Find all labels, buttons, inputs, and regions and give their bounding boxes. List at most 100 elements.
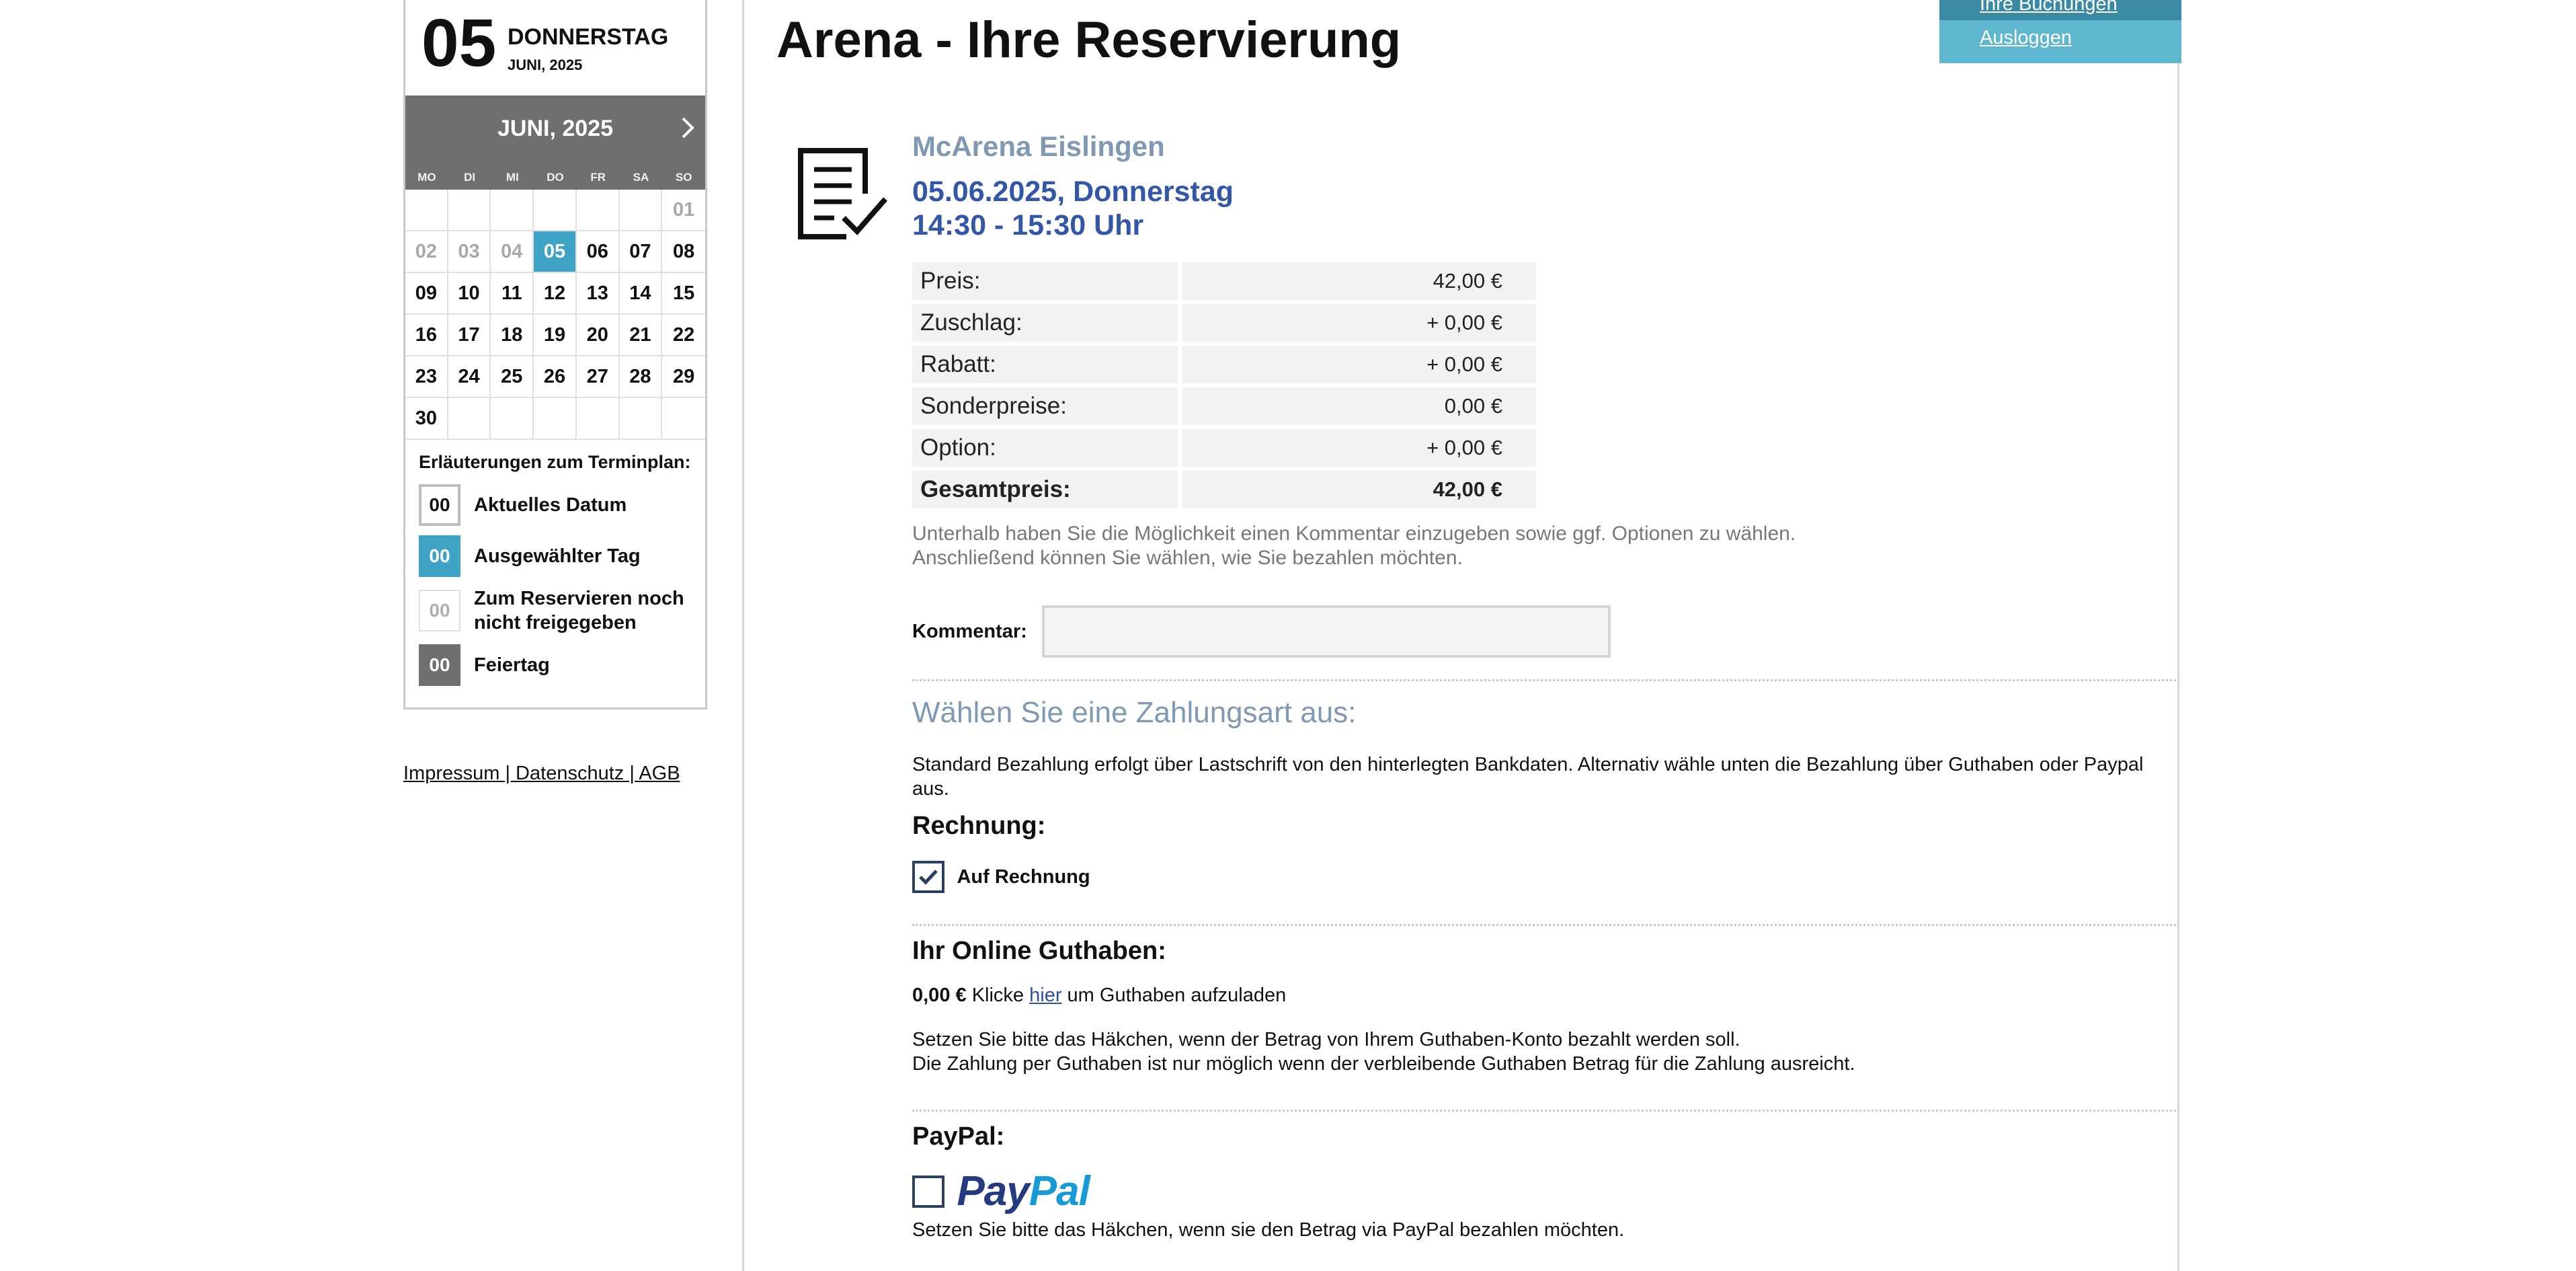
calendar-empty-cell: [491, 398, 534, 440]
calendar-empty-cell: [619, 398, 663, 440]
calendar-day[interactable]: 09: [405, 273, 448, 315]
calendar-day[interactable]: 16: [405, 315, 448, 356]
calendar-day[interactable]: 13: [576, 273, 620, 315]
calendar-day[interactable]: 27: [576, 356, 620, 398]
total-value: 42,00 €: [1178, 471, 1536, 508]
weekday-label: DI: [464, 171, 476, 184]
calendar-day[interactable]: 30: [405, 398, 448, 440]
calendar-day[interactable]: 26: [534, 356, 577, 398]
price-row: Preis: 42,00 €: [912, 262, 1536, 300]
calendar-day[interactable]: 14: [619, 273, 663, 315]
calendar-grid: 01 02 03 04 05 06 07 08 09 10 11 12 13 14 15 16 17 18 19 20…: [405, 190, 705, 440]
credit-rest-text: um Guthaben aufzuladen: [1067, 985, 1287, 1006]
calendar-day[interactable]: 18: [491, 315, 534, 356]
option-row: Option: + 0,00 €: [912, 429, 1536, 467]
legend-box-current: 00: [419, 484, 460, 526]
checkmark-icon: [919, 870, 938, 885]
special-price-label: Sonderpreise:: [912, 387, 1178, 425]
weekday-label: SA: [633, 171, 649, 184]
divider: [912, 924, 2176, 926]
calendar-day[interactable]: 22: [662, 315, 705, 356]
comment-label: Kommentar:: [912, 620, 1027, 642]
paypal-note: Setzen Sie bitte das Häkchen, wenn sie d…: [912, 1219, 1625, 1241]
venue-name: McArena Eislingen: [912, 130, 1165, 162]
calendar-day[interactable]: 11: [491, 273, 534, 315]
credit-topup-link[interactable]: hier: [1029, 985, 1061, 1006]
legend-box-not-released: 00: [419, 590, 460, 631]
footer-legal-link[interactable]: Impressum | Datenschutz | AGB: [403, 763, 680, 784]
weekday-label: DO: [547, 171, 564, 184]
next-month-button[interactable]: [674, 114, 701, 141]
calendar-day[interactable]: 19: [534, 315, 577, 356]
calendar-day[interactable]: 25: [491, 356, 534, 398]
calendar-day: 04: [491, 231, 534, 273]
reservation-datetime: 05.06.2025, Donnerstag 14:30 - 15:30 Uhr: [912, 175, 2176, 242]
calendar-empty-cell: [662, 398, 705, 440]
invoice-checkbox[interactable]: [912, 861, 944, 893]
comment-hint-line-1: Unterhalb haben Sie die Möglichkeit eine…: [912, 523, 1796, 545]
page-title: Arena - Ihre Reservierung: [776, 11, 1402, 69]
legend-item-current: 00 Aktuelles Datum: [419, 484, 692, 526]
calendar-day[interactable]: 23: [405, 356, 448, 398]
calendar-day[interactable]: 15: [662, 273, 705, 315]
legend-item-selected: 00 Ausgewählter Tag: [419, 535, 692, 577]
bookings-link[interactable]: Ihre Buchungen: [1939, 0, 2181, 20]
calendar-day[interactable]: 08: [662, 231, 705, 273]
surcharge-value: + 0,00 €: [1178, 304, 1536, 342]
surcharge-row: Zuschlag: + 0,00 €: [912, 304, 1536, 342]
comment-input[interactable]: [1041, 605, 1611, 658]
credit-heading: Ihr Online Guthaben:: [912, 937, 1166, 965]
calendar-day[interactable]: 17: [448, 315, 491, 356]
calendar-day[interactable]: 29: [662, 356, 705, 398]
credit-click-text: Klicke: [971, 985, 1024, 1006]
calendar-panel: 05 DONNERSTAG JUNI, 2025 JUNI, 2025 MO DI…: [403, 0, 707, 709]
month-bar: JUNI, 2025 MO DI MI DO FR SA SO: [405, 95, 705, 190]
special-price-value: 0,00 €: [1178, 387, 1536, 425]
credit-note-line-2: Die Zahlung per Guthaben ist nur möglich…: [912, 1053, 1855, 1075]
calendar-day[interactable]: 07: [619, 231, 663, 273]
surcharge-label: Zuschlag:: [912, 304, 1178, 342]
calendar-day[interactable]: 06: [576, 231, 620, 273]
weekday-label: SO: [675, 171, 692, 184]
legend-label-current: Aktuelles Datum: [474, 494, 627, 516]
weekday-label: MO: [417, 171, 436, 184]
divider: [912, 1110, 2176, 1112]
legend-item-holiday: 00 Feiertag: [419, 644, 692, 686]
standard-payment-text: Standard Bezahlung erfolgt über Lastschr…: [912, 754, 2144, 800]
calendar-empty-cell: [619, 190, 663, 231]
calendar-empty-cell: [534, 398, 577, 440]
paypal-logo-pay: Pay: [957, 1168, 1029, 1215]
comment-hint: Unterhalb haben Sie die Möglichkeit eine…: [912, 522, 2176, 570]
total-row: Gesamtpreis: 42,00 €: [912, 471, 1536, 508]
price-value: 42,00 €: [1178, 262, 1536, 300]
month-title: JUNI, 2025: [497, 116, 613, 141]
comment-hint-line-2: Anschließend können Sie wählen, wie Sie …: [912, 547, 1463, 569]
current-day: 05: [421, 5, 497, 81]
calendar-day[interactable]: 20: [576, 315, 620, 356]
calendar-day[interactable]: 05: [534, 231, 577, 273]
credit-note: Setzen Sie bitte das Häkchen, wenn der B…: [912, 1028, 2176, 1076]
logout-link[interactable]: Ausloggen: [1980, 27, 2072, 48]
calendar-empty-cell: [576, 398, 620, 440]
discount-value: + 0,00 €: [1178, 346, 1536, 383]
calendar-day[interactable]: 28: [619, 356, 663, 398]
paypal-logo: PayPal: [957, 1167, 1090, 1215]
total-label: Gesamtpreis:: [912, 471, 1178, 508]
credit-amount: 0,00 €: [912, 985, 967, 1006]
calendar-day[interactable]: 21: [619, 315, 663, 356]
calendar-day[interactable]: 24: [448, 356, 491, 398]
calendar-empty-cell: [534, 190, 577, 231]
document-check-icon: [790, 139, 891, 247]
calendar-empty-cell: [405, 190, 448, 231]
invoice-checkbox-label[interactable]: Auf Rechnung: [957, 866, 1090, 888]
calendar-day[interactable]: 10: [448, 273, 491, 315]
legend-label-selected: Ausgewählter Tag: [474, 545, 641, 567]
discount-row: Rabatt: + 0,00 €: [912, 346, 1536, 383]
reservation-date: 05.06.2025, Donnerstag: [912, 176, 1234, 208]
paypal-checkbox[interactable]: [912, 1175, 944, 1208]
legend-box-selected: 00: [419, 535, 460, 577]
calendar-day: 03: [448, 231, 491, 273]
legend-label-not-released: Zum Reservieren noch nicht freigegeben: [474, 588, 684, 633]
legend-title: Erläuterungen zum Terminplan:: [419, 452, 691, 472]
calendar-day[interactable]: 12: [534, 273, 577, 315]
